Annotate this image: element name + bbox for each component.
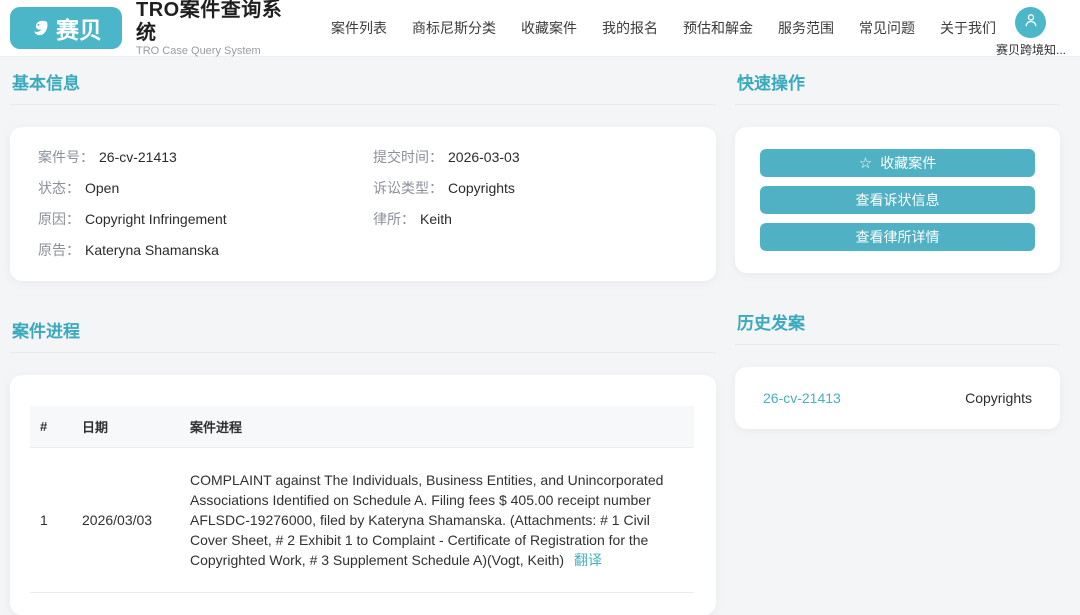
field-filed-date: 提交时间： 2026-03-03 — [373, 148, 688, 166]
field-value: Kateryna Shamanska — [85, 242, 219, 258]
view-complaint-button[interactable]: 查看诉状信息 — [760, 186, 1035, 214]
saibei-logo-icon — [30, 17, 52, 39]
field-case-type: 诉讼类型： Copyrights — [373, 179, 688, 197]
cell-index: 1 — [30, 447, 72, 593]
history-card: 26-cv-21413 Copyrights — [735, 367, 1060, 429]
field-law-firm: 律所： Keith — [373, 210, 688, 228]
field-empty — [373, 241, 688, 259]
field-status: 状态： Open — [38, 179, 373, 197]
translate-link[interactable]: 翻译 — [574, 552, 602, 568]
table-header-row: # 日期 案件进程 — [30, 406, 694, 448]
view-complaint-label: 查看诉状信息 — [855, 192, 940, 208]
history-heading: 历史发案 — [735, 309, 1060, 345]
nav-item-my-signup[interactable]: 我的报名 — [602, 18, 658, 38]
cell-description: COMPLAINT against The Individuals, Busin… — [180, 447, 694, 593]
history-case-link[interactable]: 26-cv-21413 — [763, 390, 841, 406]
app-header: 赛贝 TRO案件查询系统 TRO Case Query System 案件列表 … — [0, 0, 1080, 57]
history-case-type: Copyrights — [965, 390, 1032, 406]
saibei-logo[interactable]: 赛贝 — [10, 7, 122, 49]
favorite-case-label: 收藏案件 — [880, 155, 937, 171]
favorite-case-button[interactable]: ☆ 收藏案件 — [760, 149, 1035, 177]
app-subtitle: TRO Case Query System — [136, 44, 261, 57]
case-progress-table: # 日期 案件进程 1 2026/03/03 COMPLAINT against… — [30, 406, 694, 593]
user-avatar-icon — [1022, 11, 1040, 34]
col-header-date: 日期 — [72, 406, 180, 448]
main-nav: 案件列表 商标尼斯分类 收藏案件 我的报名 预估和解金 服务范围 常见问题 关于… — [331, 18, 996, 38]
table-row: 1 2026/03/03 COMPLAINT against The Indiv… — [30, 447, 694, 593]
field-value: 26-cv-21413 — [99, 149, 177, 165]
star-icon: ☆ — [858, 154, 873, 172]
basic-info-card: 案件号： 26-cv-21413 提交时间： 2026-03-03 状态： Op… — [10, 127, 716, 281]
case-progress-card: # 日期 案件进程 1 2026/03/03 COMPLAINT against… — [10, 375, 716, 615]
left-column: 基本信息 案件号： 26-cv-21413 提交时间： 2026-03-03 状… — [10, 69, 716, 615]
field-cause: 原因： Copyright Infringement — [38, 210, 373, 228]
nav-item-settlement-est[interactable]: 预估和解金 — [683, 18, 753, 38]
field-case-number: 案件号： 26-cv-21413 — [38, 148, 373, 166]
field-label: 提交时间： — [373, 149, 443, 165]
nav-item-about-us[interactable]: 关于我们 — [940, 18, 996, 38]
quick-actions-card: ☆ 收藏案件 查看诉状信息 查看律所详情 — [735, 127, 1060, 273]
nav-item-favorites[interactable]: 收藏案件 — [521, 18, 577, 38]
nav-item-case-list[interactable]: 案件列表 — [331, 18, 387, 38]
field-value: Copyrights — [448, 180, 515, 196]
field-value: Keith — [420, 211, 452, 227]
nav-item-nice-class[interactable]: 商标尼斯分类 — [412, 18, 496, 38]
field-plaintiff: 原告： Kateryna Shamanska — [38, 241, 373, 259]
nav-item-faq[interactable]: 常见问题 — [859, 18, 915, 38]
right-column: 快速操作 ☆ 收藏案件 查看诉状信息 查看律所详情 历史发案 26-cv-214… — [735, 69, 1060, 429]
app-title: TRO案件查询系统 — [136, 0, 283, 44]
field-value: Copyright Infringement — [85, 211, 227, 227]
view-law-firm-label: 查看律所详情 — [855, 229, 940, 245]
basic-info-heading: 基本信息 — [10, 69, 716, 105]
field-value: 2026-03-03 — [448, 149, 520, 165]
cell-date: 2026/03/03 — [72, 447, 180, 593]
main-content: 基本信息 案件号： 26-cv-21413 提交时间： 2026-03-03 状… — [0, 57, 1080, 615]
field-value: Open — [85, 180, 120, 196]
field-label: 原告： — [38, 242, 80, 258]
field-label: 诉讼类型： — [373, 180, 443, 196]
col-header-index: # — [30, 406, 72, 448]
user-avatar[interactable] — [1015, 6, 1047, 38]
field-label: 状态： — [38, 180, 80, 196]
logo-text: 赛贝 — [56, 17, 102, 43]
field-label: 案件号： — [38, 149, 94, 165]
nav-item-service-scope[interactable]: 服务范围 — [778, 18, 834, 38]
user-name: 赛贝跨境知... — [995, 42, 1066, 57]
app-brand: TRO案件查询系统 TRO Case Query System — [136, 0, 293, 58]
field-label: 原因： — [38, 211, 80, 227]
quick-actions-heading: 快速操作 — [735, 69, 1060, 105]
col-header-description: 案件进程 — [180, 406, 694, 448]
user-menu[interactable]: 赛贝跨境知... — [996, 0, 1066, 58]
case-progress-heading: 案件进程 — [10, 317, 716, 353]
field-label: 律所： — [373, 211, 415, 227]
view-law-firm-button[interactable]: 查看律所详情 — [760, 223, 1035, 251]
